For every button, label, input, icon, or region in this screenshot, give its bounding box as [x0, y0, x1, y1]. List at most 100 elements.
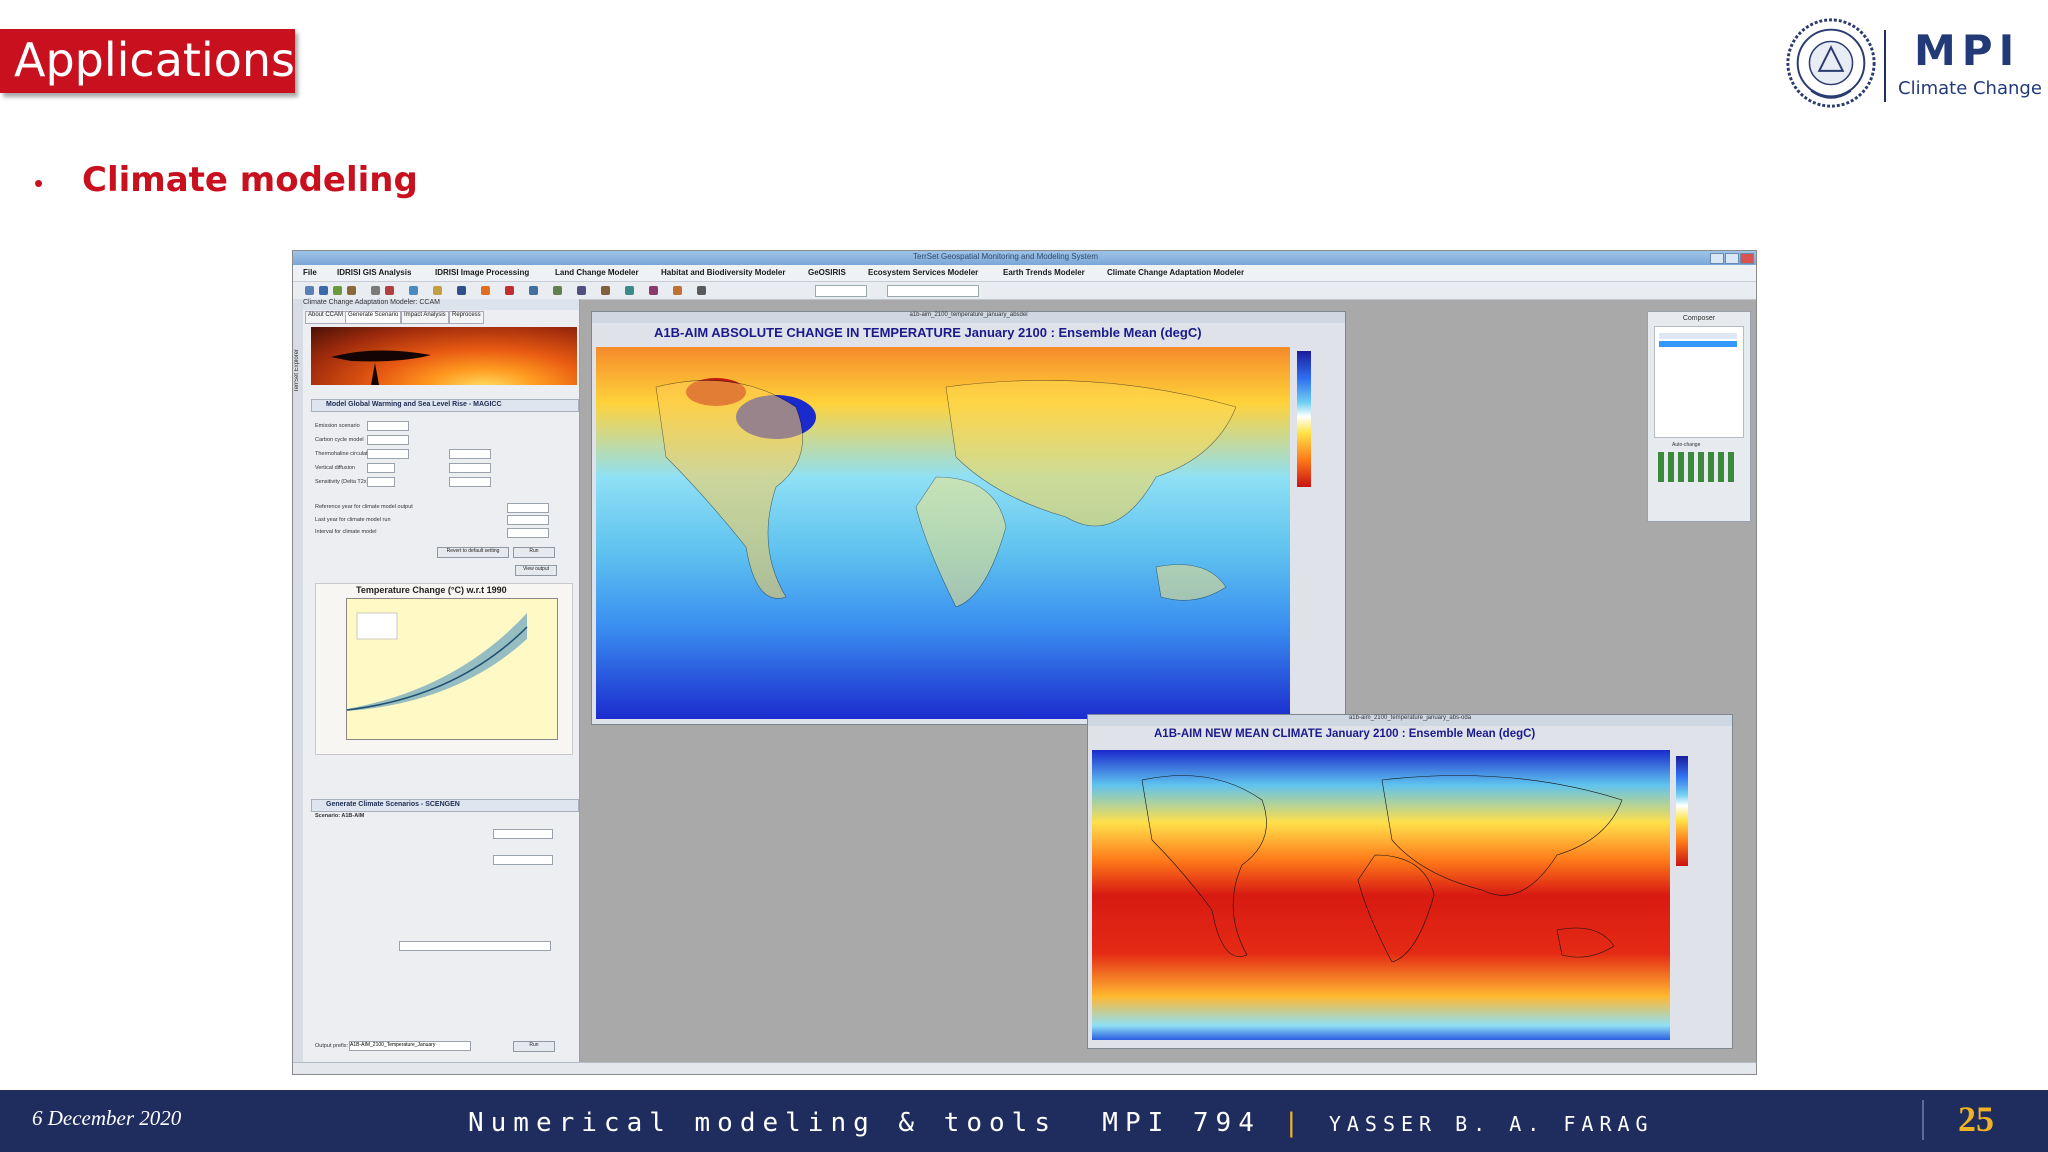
- layer-icon[interactable]: [333, 286, 342, 295]
- field-vertical-diffusion: Vertical diffusion: [315, 465, 355, 471]
- minimize-icon[interactable]: [1710, 253, 1724, 264]
- map1-raster[interactable]: [596, 347, 1290, 719]
- tab-impact-analysis[interactable]: Impact Analysis: [401, 311, 449, 324]
- print-icon[interactable]: [649, 286, 658, 295]
- close-icon[interactable]: [1740, 253, 1754, 264]
- auto-change-label: Auto-change: [1672, 442, 1701, 448]
- window-title: TerrSet Geospatial Monitoring and Modeli…: [913, 252, 1098, 261]
- map1-title: A1B-AIM ABSOLUTE CHANGE IN TEMPERATURE J…: [654, 325, 1202, 340]
- temperature-change-chart: Temperature Change (°C) w.r.t 1990: [315, 583, 573, 755]
- logo-divider: [1884, 30, 1886, 102]
- tool-icon[interactable]: [347, 286, 356, 295]
- field-interval: Interval for climate model: [315, 529, 377, 535]
- tab-about-ccam[interactable]: About CCAM: [305, 311, 347, 324]
- palette-icon[interactable]: [481, 286, 490, 295]
- display-icon[interactable]: [319, 286, 328, 295]
- composer-panel: Composer Auto-change: [1647, 311, 1751, 522]
- last-year-input[interactable]: [507, 515, 549, 525]
- layer-item-2[interactable]: [1659, 341, 1737, 347]
- ref-year-input[interactable]: [507, 503, 549, 513]
- output-prefix-input[interactable]: A1B-AIM_2100_Temperature_January: [349, 1041, 471, 1051]
- tab-reprocess[interactable]: Reprocess: [449, 311, 484, 324]
- explorer-label: TerrSet Explorer: [294, 349, 300, 393]
- menu-file[interactable]: File: [303, 268, 317, 277]
- window-titlebar: TerrSet Geospatial Monitoring and Modeli…: [293, 251, 1756, 265]
- open-icon[interactable]: [305, 286, 314, 295]
- output-prefix-label: Output prefix:: [315, 1043, 349, 1049]
- menu-gis-analysis[interactable]: IDRISI GIS Analysis: [337, 268, 411, 277]
- scengen-section-title: Generate Climate Scenarios - SCENGEN: [326, 801, 460, 808]
- map2-raster[interactable]: [1092, 750, 1670, 1040]
- tab-generate-scenario[interactable]: Generate Scenario: [345, 311, 402, 324]
- refresh-icon[interactable]: [553, 286, 562, 295]
- footer-course: Numerical modeling & tools MPI 794 | YAS…: [468, 1108, 1654, 1138]
- measure-icon[interactable]: [433, 286, 442, 295]
- menu-earth-trends[interactable]: Earth Trends Modeler: [1003, 268, 1085, 277]
- menu-habitat[interactable]: Habitat and Biodiversity Modeler: [661, 268, 785, 277]
- field-thermohaline: Thermohaline circulation: [315, 451, 375, 457]
- emission-select[interactable]: [367, 421, 409, 431]
- sensitivity-input[interactable]: [367, 477, 395, 487]
- map1-titlebar[interactable]: a1b-aim_2100_temperature_january_absdel: [592, 312, 1345, 323]
- map-window-absolute-change[interactable]: a1b-aim_2100_temperature_january_absdel …: [591, 311, 1346, 725]
- window-combo[interactable]: [815, 285, 867, 297]
- scengen-section-header[interactable]: Generate Climate Scenarios - SCENGEN: [311, 799, 579, 812]
- model-select[interactable]: [449, 477, 491, 487]
- view-output-button[interactable]: View output: [515, 565, 557, 576]
- table-icon[interactable]: [625, 286, 634, 295]
- map2-filename: a1b-aim_2100_temperature_january_abs-oda: [1348, 715, 1472, 721]
- scenario-year-input[interactable]: [493, 855, 553, 865]
- pan-icon[interactable]: [529, 286, 538, 295]
- menu-land-change[interactable]: Land Change Modeler: [555, 268, 639, 277]
- stop-icon[interactable]: [505, 286, 514, 295]
- map2-titlebar[interactable]: a1b-aim_2100_temperature_january_abs-oda: [1088, 715, 1732, 726]
- layout-icon[interactable]: [673, 286, 682, 295]
- map1-color-legend: [1297, 351, 1311, 487]
- query-icon[interactable]: [409, 286, 418, 295]
- explorer-strip[interactable]: TerrSet Explorer: [293, 299, 303, 1062]
- footer-divider: [1922, 1100, 1924, 1140]
- layer-item-1[interactable]: [1659, 333, 1737, 339]
- menu-ecosystem[interactable]: Ecosystem Services Modeler: [868, 268, 978, 277]
- aerosol-select[interactable]: [449, 449, 491, 459]
- slide-title-box: Applications: [0, 29, 295, 93]
- menu-image-processing[interactable]: IDRISI Image Processing: [435, 268, 529, 277]
- menu-climate-adaptation[interactable]: Climate Change Adaptation Modeler: [1107, 268, 1244, 277]
- diffusion-input[interactable]: [367, 463, 395, 473]
- footer-author: YASSER B. A. FARAG: [1328, 1112, 1654, 1136]
- software-screenshot: TerrSet Geospatial Monitoring and Modeli…: [292, 250, 1757, 1075]
- panel-tabs: About CCAM Generate Scenario Impact Anal…: [303, 311, 579, 324]
- file-combo[interactable]: [887, 285, 979, 297]
- vector-layer-input[interactable]: [399, 941, 551, 951]
- help-icon[interactable]: [697, 286, 706, 295]
- field-last-year: Last year for climate model run: [315, 517, 391, 523]
- chart-icon[interactable]: [601, 286, 610, 295]
- magicc-section-header[interactable]: Model Global Warming and Sea Level Rise …: [311, 399, 579, 412]
- edit-icon[interactable]: [371, 286, 380, 295]
- run-scengen-button[interactable]: Run: [513, 1041, 555, 1052]
- map2-title: A1B-AIM NEW MEAN CLIMATE January 2100 : …: [1154, 728, 1536, 740]
- panel-header-text: Climate Change Adaptation Modeler: CCAM: [303, 299, 440, 306]
- map1-filename: a1b-aim_2100_temperature_january_absdel: [909, 312, 1028, 318]
- menu-geosiris[interactable]: GeOSIRIS: [808, 268, 846, 277]
- thermohaline-select[interactable]: [367, 449, 409, 459]
- composer-title: Composer: [1682, 315, 1716, 322]
- status-bar: [293, 1062, 1756, 1074]
- grid-icon[interactable]: [577, 286, 586, 295]
- menu-bar: File IDRISI GIS Analysis IDRISI Image Pr…: [293, 265, 1756, 282]
- composer-layer-list[interactable]: [1654, 326, 1744, 438]
- ice-melt-select[interactable]: [449, 463, 491, 473]
- carbon-select[interactable]: [367, 435, 409, 445]
- toolbar: [293, 282, 1756, 300]
- maximize-icon[interactable]: [1725, 253, 1739, 264]
- digitize-icon[interactable]: [385, 286, 394, 295]
- zoom-icon[interactable]: [457, 286, 466, 295]
- interval-input[interactable]: [507, 528, 549, 538]
- reset-default-button[interactable]: Revert to default setting: [437, 547, 509, 558]
- composer-tool-icons[interactable]: [1658, 452, 1738, 482]
- sunset-banner-image: [311, 327, 577, 385]
- run-magicc-button[interactable]: Run: [513, 547, 555, 558]
- logo-subtitle: Climate Change: [1898, 78, 2042, 99]
- map-window-new-mean[interactable]: a1b-aim_2100_temperature_january_abs-oda…: [1087, 714, 1733, 1049]
- season-select[interactable]: [493, 829, 553, 839]
